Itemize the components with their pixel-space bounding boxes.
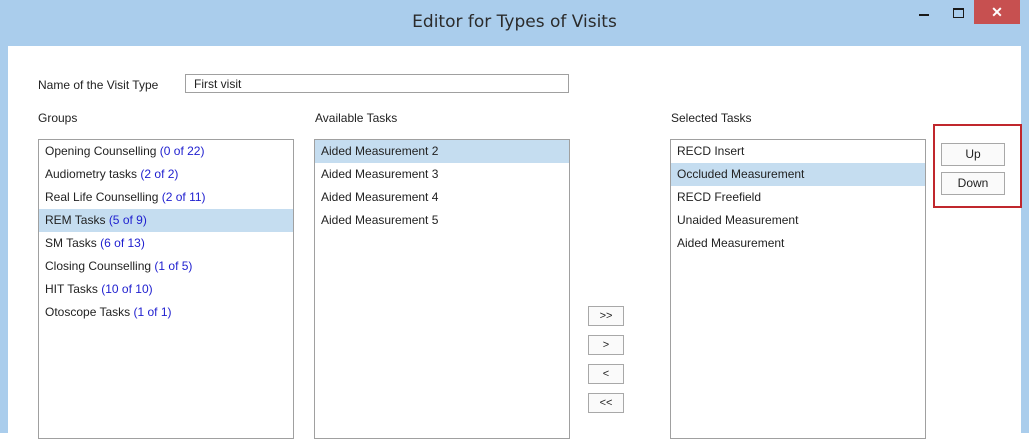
maximize-button[interactable]: [944, 0, 972, 26]
group-name: Real Life Counselling: [45, 190, 159, 204]
selected-task-item[interactable]: RECD Insert: [671, 140, 925, 163]
visit-type-name-label: Name of the Visit Type: [38, 78, 159, 92]
order-buttons-highlight: [933, 124, 1022, 208]
group-item[interactable]: Opening Counselling (0 of 22): [39, 140, 293, 163]
selected-tasks-listbox[interactable]: RECD Insert Occluded Measurement RECD Free…: [670, 139, 926, 439]
selected-task-item[interactable]: Aided Measurement: [671, 232, 925, 255]
move-up-button[interactable]: Up: [941, 143, 1005, 166]
group-name: Audiometry tasks: [45, 167, 138, 181]
window-title: Editor for Types of Visits: [412, 12, 617, 32]
group-task-count: (6 of 13): [100, 236, 145, 250]
group-name: Otoscope Tasks: [45, 305, 131, 319]
move-down-button[interactable]: Down: [941, 172, 1005, 195]
available-task-item[interactable]: Aided Measurement 5: [315, 209, 569, 232]
group-task-count: (1 of 5): [154, 259, 193, 273]
group-item[interactable]: HIT Tasks (10 of 10): [39, 278, 293, 301]
visit-type-name-input[interactable]: [185, 74, 569, 93]
available-tasks-label: Available Tasks: [315, 111, 398, 125]
group-item[interactable]: SM Tasks (6 of 13): [39, 232, 293, 255]
close-button[interactable]: ✕: [974, 0, 1020, 24]
remove-all-button[interactable]: <<: [588, 393, 624, 413]
group-task-count: (5 of 9): [108, 213, 147, 227]
group-item[interactable]: Audiometry tasks (2 of 2): [39, 163, 293, 186]
group-name: REM Tasks: [45, 213, 106, 227]
available-tasks-listbox[interactable]: Aided Measurement 2 Aided Measurement 3 Ai…: [314, 139, 570, 439]
selected-task-item[interactable]: Occluded Measurement: [671, 163, 925, 186]
add-all-button[interactable]: >>: [588, 306, 624, 326]
group-name: SM Tasks: [45, 236, 97, 250]
group-task-count: (2 of 11): [161, 190, 206, 204]
group-item[interactable]: Closing Counselling (1 of 5): [39, 255, 293, 278]
group-item[interactable]: Real Life Counselling (2 of 11): [39, 186, 293, 209]
groups-label: Groups: [38, 111, 78, 125]
minimize-icon: [919, 14, 929, 16]
group-item[interactable]: REM Tasks (5 of 9): [39, 209, 293, 232]
group-name: HIT Tasks: [45, 282, 98, 296]
selected-task-item[interactable]: Unaided Measurement: [671, 209, 925, 232]
available-task-item[interactable]: Aided Measurement 4: [315, 186, 569, 209]
minimize-button[interactable]: [910, 0, 938, 26]
title-bar[interactable]: Editor for Types of Visits ✕: [0, 0, 1029, 46]
maximize-icon: [953, 8, 964, 18]
selected-tasks-label: Selected Tasks: [671, 111, 752, 125]
group-task-count: (1 of 1): [133, 305, 172, 319]
group-task-count: (0 of 22): [159, 144, 205, 158]
group-task-count: (2 of 2): [140, 167, 179, 181]
remove-button[interactable]: <: [588, 364, 624, 384]
group-task-count: (10 of 10): [101, 282, 153, 296]
available-task-item[interactable]: Aided Measurement 2: [315, 140, 569, 163]
group-name: Closing Counselling: [45, 259, 152, 273]
selected-task-item[interactable]: RECD Freefield: [671, 186, 925, 209]
available-task-item[interactable]: Aided Measurement 3: [315, 163, 569, 186]
group-name: Opening Counselling: [45, 144, 157, 158]
groups-listbox[interactable]: Opening Counselling (0 of 22) Audiometry …: [38, 139, 294, 439]
group-item[interactable]: Otoscope Tasks (1 of 1): [39, 301, 293, 324]
close-icon: ✕: [991, 4, 1003, 20]
add-button[interactable]: >: [588, 335, 624, 355]
